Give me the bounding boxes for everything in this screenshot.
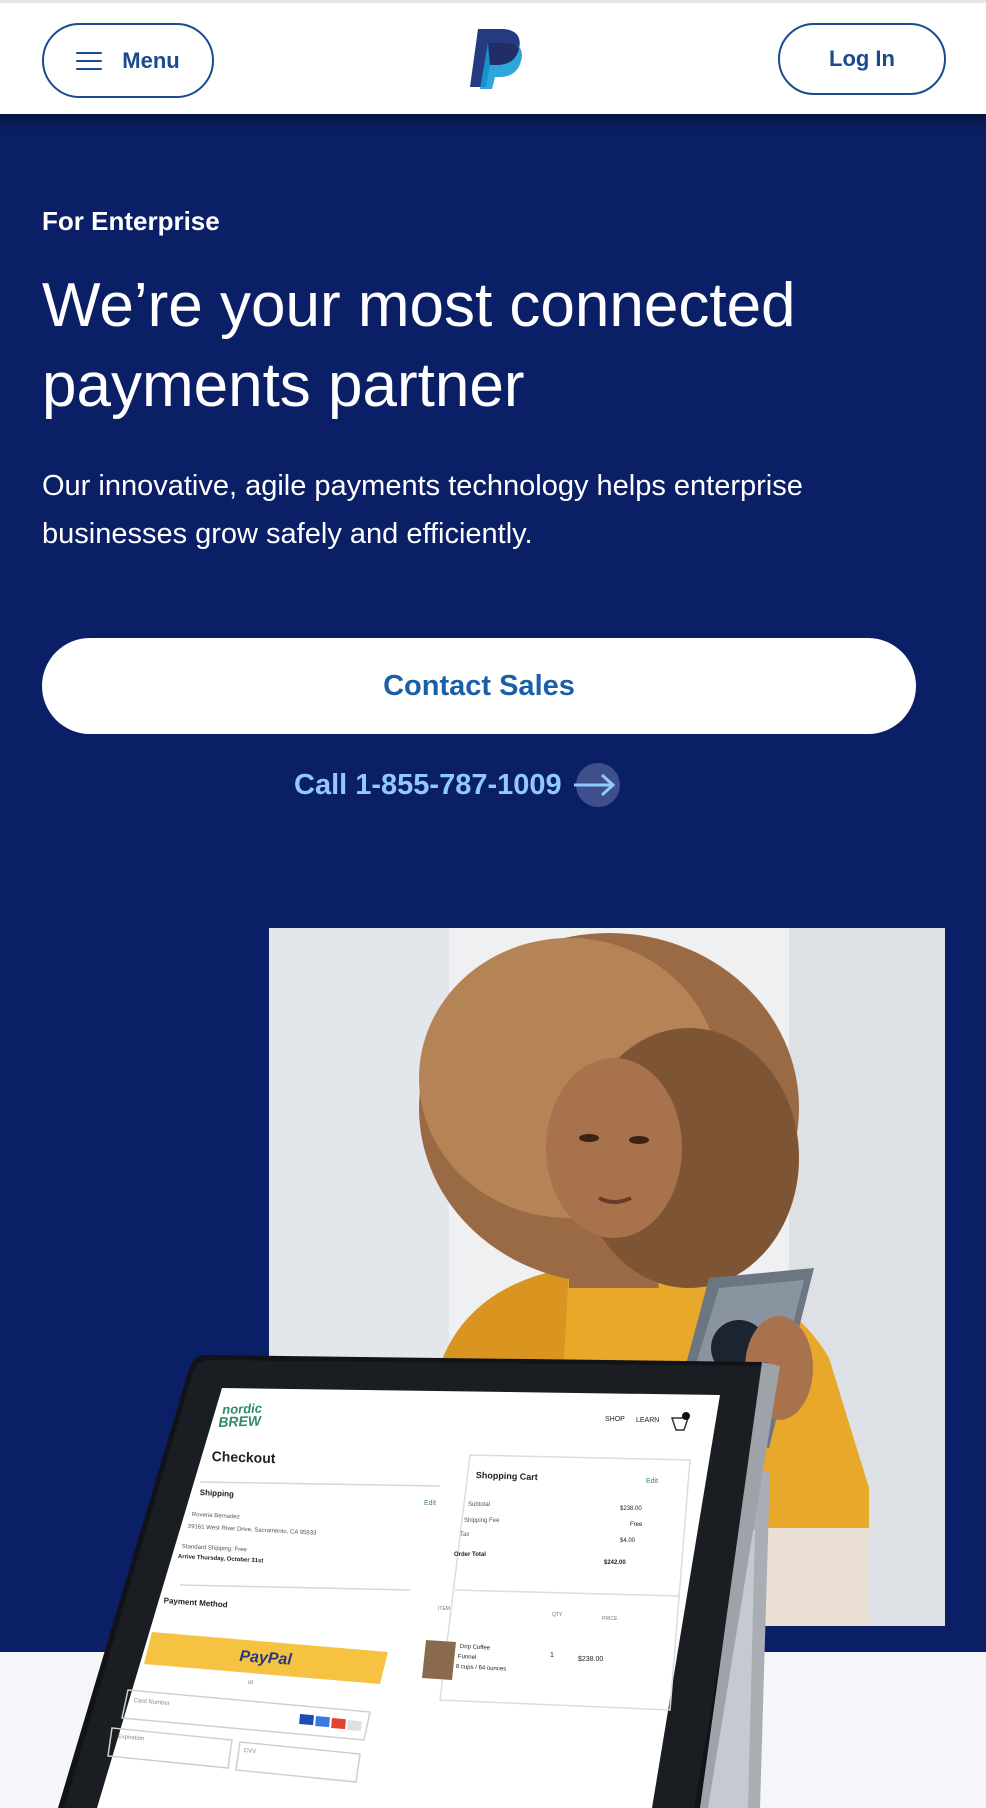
item-name: Drip Coffee: [459, 1644, 491, 1652]
nav-shop[interactable]: SHOP: [605, 1416, 625, 1423]
order-total-label: Order Total: [454, 1552, 486, 1558]
nav-learn[interactable]: LEARN: [636, 1417, 659, 1424]
or-divider: or: [248, 1680, 254, 1686]
address-name: Roveria Bernadez: [191, 1512, 240, 1521]
subtotal-label: Subtotal: [468, 1502, 491, 1508]
address-line: 29161 West River Drive, Sacramento, CA 9…: [187, 1524, 317, 1537]
col-qty: QTY: [552, 1612, 563, 1618]
checkout-title: Checkout: [211, 1448, 276, 1467]
card-number-field[interactable]: Card Number: [133, 1698, 169, 1707]
paypal-checkout-button[interactable]: PayPal: [239, 1648, 293, 1670]
shipping-edit-link[interactable]: Edit: [424, 1500, 436, 1507]
cvv-field[interactable]: CVV: [243, 1748, 256, 1755]
shipping-fee-label: Shipping Fee: [464, 1518, 500, 1524]
payment-method-label: Payment Method: [163, 1596, 228, 1610]
tax-label: Tax: [460, 1532, 470, 1538]
item-price: $238.00: [578, 1656, 604, 1663]
item-description: 8 cups / 64 ounces: [455, 1664, 507, 1673]
col-price: PRICE: [602, 1616, 618, 1622]
cart-title: Shopping Cart: [475, 1470, 538, 1483]
shipping-label: Shipping: [199, 1488, 235, 1499]
col-item: ITEM: [438, 1606, 450, 1612]
store-brand-line2: BREW: [218, 1412, 262, 1430]
tax-value: $4.00: [620, 1538, 636, 1544]
page: Menu Log In For Enterprise We’re your mo…: [0, 0, 986, 1808]
item-quantity: 1: [550, 1652, 554, 1659]
item-name-2: Funnel: [457, 1654, 477, 1661]
shipping-method: Standard Shipping: Free: [181, 1544, 247, 1554]
cart-edit-link[interactable]: Edit: [646, 1478, 658, 1485]
expiration-field[interactable]: Expiration: [117, 1734, 144, 1742]
order-total-value: $242.00: [604, 1560, 626, 1566]
shipping-fee-value: Free: [630, 1522, 643, 1528]
arrival-date: Arrive Thursday, October 31st: [177, 1554, 264, 1565]
checkout-screen: nordic BREW SHOP LEARN Checkout Shipping…: [0, 0, 986, 1808]
subtotal-value: $238.00: [620, 1506, 642, 1512]
